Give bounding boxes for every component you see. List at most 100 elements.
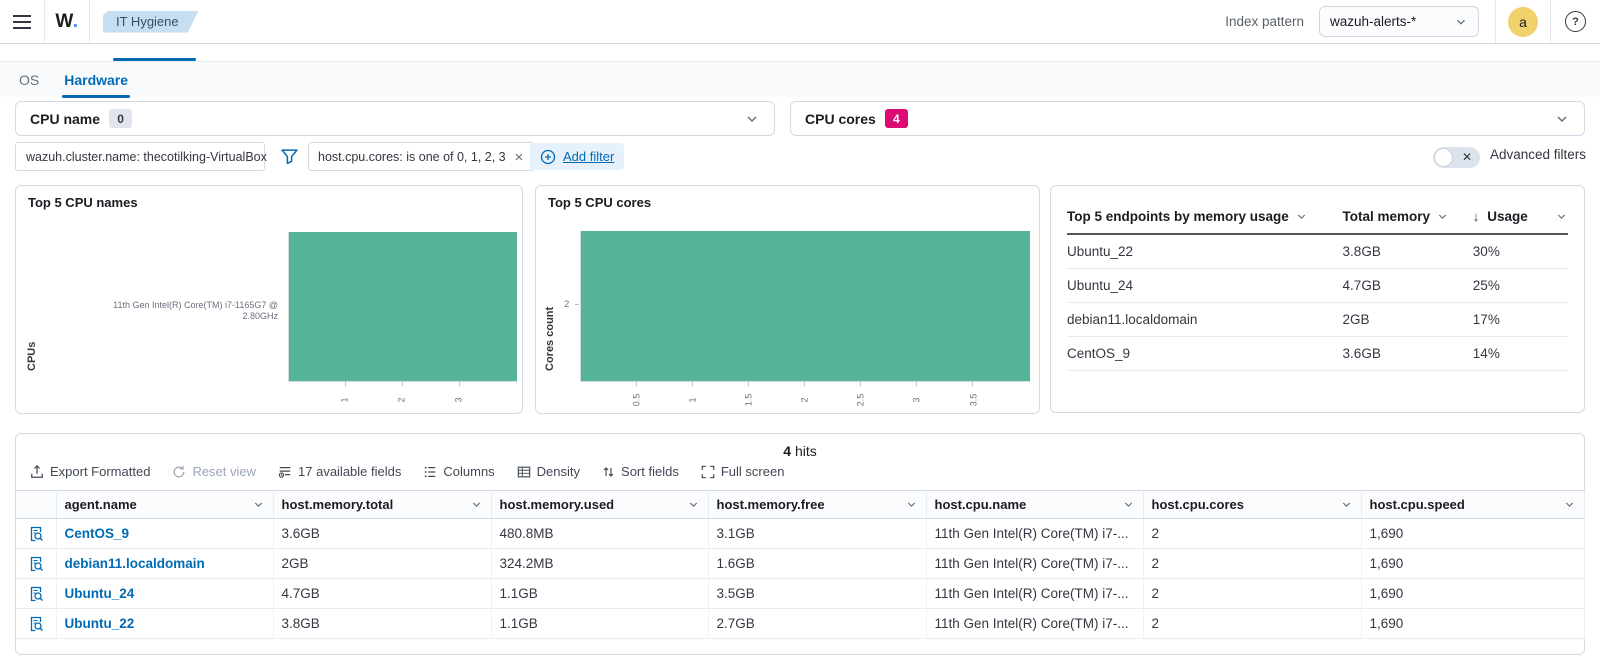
- available-fields-label: 17 available fields: [298, 464, 401, 479]
- tab-hardware[interactable]: Hardware: [64, 72, 128, 88]
- active-tab-underline: [62, 95, 130, 98]
- export-icon: [30, 465, 44, 479]
- column-header-host-cpu-cores[interactable]: host.cpu.cores: [1143, 491, 1361, 519]
- y-tick-label: 2: [564, 299, 569, 310]
- available-fields-button[interactable]: 17 available fields: [278, 464, 401, 479]
- column-header-host-cpu-speed[interactable]: host.cpu.speed: [1361, 491, 1584, 519]
- cluster-filter-box[interactable]: wazuh.cluster.name: thecotilking-Virtual…: [15, 142, 265, 171]
- filter-funnel-icon[interactable]: [281, 148, 298, 165]
- menu-button[interactable]: [0, 0, 44, 43]
- reset-icon: [172, 465, 186, 479]
- cell-host-cpu-speed: 1,690: [1361, 579, 1584, 609]
- x-axis-tick: 1: [682, 382, 702, 405]
- cell-host-cpu-speed: 1,690: [1361, 609, 1584, 639]
- cell-host-memory-total: 3.8GB: [273, 609, 491, 639]
- full-screen-button[interactable]: Full screen: [701, 464, 785, 479]
- cell-host-memory-total: 2GB: [273, 549, 491, 579]
- endpoint-name-cell: Ubuntu_24: [1067, 269, 1343, 303]
- inspect-document-icon: [28, 616, 44, 632]
- endpoints-col-header[interactable]: Top 5 endpoints by memory usage: [1067, 202, 1343, 234]
- cell-host-memory-free: 3.5GB: [708, 579, 926, 609]
- chevron-down-icon: [1295, 210, 1308, 223]
- hits-number: 4: [783, 443, 791, 459]
- tab-hardware-label: Hardware: [64, 72, 128, 88]
- bar-category-label: 11th Gen Intel(R) Core(TM) i7-1165G7 @ 2…: [78, 300, 278, 322]
- sort-icon: [602, 465, 615, 479]
- reset-view-button[interactable]: Reset view: [172, 464, 256, 479]
- chevron-down-icon: [1454, 15, 1468, 29]
- cell-host-memory-used: 480.8MB: [491, 519, 708, 549]
- add-filter-button[interactable]: Add filter: [530, 143, 624, 170]
- agent-name-link[interactable]: CentOS_9: [65, 526, 130, 541]
- accordion-cpu-name[interactable]: CPU name 0: [15, 101, 775, 136]
- advanced-filters-label: Advanced filters: [1490, 147, 1586, 162]
- cell-host-cpu-name: 11th Gen Intel(R) Core(TM) i7-...: [926, 609, 1143, 639]
- expand-row-button[interactable]: [16, 609, 56, 639]
- total-memory-cell: 2GB: [1343, 303, 1473, 337]
- expand-row-button[interactable]: [16, 549, 56, 579]
- total-memory-col-header[interactable]: Total memory: [1343, 202, 1473, 234]
- header-divider: [1495, 0, 1496, 43]
- x-axis-tick: 3: [449, 382, 469, 405]
- agent-name-link[interactable]: Ubuntu_22: [65, 616, 135, 631]
- expand-row-button[interactable]: [16, 579, 56, 609]
- usage-cell: 30%: [1473, 234, 1568, 269]
- results-panel: 4 hits Export Formatted Reset view 17 av…: [15, 433, 1585, 655]
- cpu-cores-bar[interactable]: [581, 231, 1030, 381]
- columns-button[interactable]: Columns: [423, 464, 494, 479]
- chart-title: Top 5 CPU names: [28, 195, 138, 210]
- expand-row-button[interactable]: [16, 519, 56, 549]
- column-header-agent-name[interactable]: agent.name: [56, 491, 273, 519]
- close-icon[interactable]: [513, 151, 525, 163]
- x-axis-tick: 1: [335, 382, 355, 405]
- panel-top5-cpu-cores: Top 5 CPU cores Cores count 2 0.511.522.…: [535, 185, 1040, 414]
- column-header-host-memory-free[interactable]: host.memory.free: [708, 491, 926, 519]
- sort-fields-button[interactable]: Sort fields: [602, 464, 679, 479]
- chevron-down-icon: [1122, 498, 1135, 511]
- user-avatar[interactable]: a: [1508, 7, 1538, 37]
- cell-host-cpu-speed: 1,690: [1361, 549, 1584, 579]
- accordion-cpu-cores[interactable]: CPU cores 4: [790, 101, 1585, 136]
- inspect-document-icon: [28, 526, 44, 542]
- column-header-label: host.memory.total: [282, 497, 394, 512]
- agent-name-cell: Ubuntu_22: [56, 609, 273, 639]
- column-header-label: agent.name: [65, 497, 137, 512]
- chart-plot-area: [288, 232, 517, 382]
- density-label: Density: [537, 464, 580, 479]
- column-header-host-memory-total[interactable]: host.memory.total: [273, 491, 491, 519]
- inspect-document-icon: [28, 586, 44, 602]
- agent-name-link[interactable]: Ubuntu_24: [65, 586, 135, 601]
- column-header-host-memory-used[interactable]: host.memory.used: [491, 491, 708, 519]
- expand-column-header: [16, 491, 56, 519]
- x-axis: 123: [288, 382, 516, 416]
- endpoint-name-cell: Ubuntu_22: [1067, 234, 1343, 269]
- chevron-down-icon: [905, 498, 918, 511]
- agent-name-link[interactable]: debian11.localdomain: [65, 556, 205, 571]
- help-icon[interactable]: ?: [1565, 11, 1586, 32]
- x-axis: 0.511.522.533.5: [580, 382, 1029, 416]
- filter-pill-cpu-cores[interactable]: host.cpu.cores: is one of 0, 1, 2, 3: [308, 142, 535, 171]
- wazuh-logo[interactable]: W.: [45, 11, 89, 33]
- cell-host-memory-free: 2.7GB: [708, 609, 926, 639]
- results-table-row: Ubuntu_223.8GB1.1GB2.7GB11th Gen Intel(R…: [16, 609, 1584, 639]
- tab-os[interactable]: OS: [19, 72, 39, 88]
- usage-cell: 25%: [1473, 269, 1568, 303]
- app-tab-it-hygiene[interactable]: IT Hygiene: [103, 11, 199, 33]
- endpoints-table-row: CentOS_93.6GB14%: [1067, 337, 1568, 371]
- y-tick-mark: [575, 304, 579, 305]
- cell-host-cpu-name: 11th Gen Intel(R) Core(TM) i7-...: [926, 519, 1143, 549]
- export-formatted-button[interactable]: Export Formatted: [30, 464, 150, 479]
- cell-host-cpu-cores: 2: [1143, 609, 1361, 639]
- index-pattern-select[interactable]: wazuh-alerts-*: [1319, 6, 1479, 37]
- advanced-filters-toggle[interactable]: ✕: [1433, 147, 1480, 168]
- usage-col-header[interactable]: ↓ Usage: [1473, 202, 1568, 234]
- usage-cell: 14%: [1473, 337, 1568, 371]
- density-icon: [517, 465, 531, 479]
- column-header-host-cpu-name[interactable]: host.cpu.name: [926, 491, 1143, 519]
- density-button[interactable]: Density: [517, 464, 580, 479]
- full-screen-label: Full screen: [721, 464, 785, 479]
- active-subtab-indicator: [113, 58, 196, 61]
- cpu-names-bar[interactable]: [289, 232, 517, 381]
- panel-top5-cpu-names: Top 5 CPU names CPUs 11th Gen Intel(R) C…: [15, 185, 523, 414]
- column-header-label: host.memory.used: [500, 497, 615, 512]
